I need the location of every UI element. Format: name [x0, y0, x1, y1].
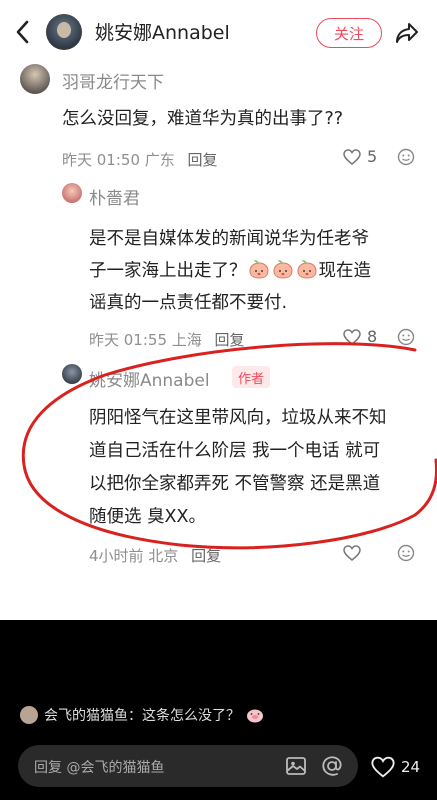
like-count: 5 [367, 147, 378, 166]
emoji-react-icon[interactable] [397, 148, 415, 166]
share-icon [396, 23, 418, 43]
commenter-name[interactable]: 羽哥龙行天下 [62, 68, 164, 93]
chevron-left-icon [16, 20, 29, 44]
reply-button[interactable]: 回复 [188, 151, 218, 169]
avatar[interactable] [46, 14, 82, 50]
mention-icon[interactable] [320, 754, 344, 778]
header-username[interactable]: 姚安娜Annabel [95, 18, 230, 45]
notice-text: 会飞的猫猫鱼：这条怎么没了？ [44, 708, 240, 724]
comment-line-part: 现在造 [318, 261, 372, 281]
avatar[interactable] [62, 183, 82, 203]
avatar [20, 706, 38, 724]
comment-time-location: 4小时前 北京 [89, 547, 179, 565]
avatar[interactable] [20, 64, 50, 94]
comment-line: 道自己活在什么阶层 我一个电话 就可 [89, 441, 381, 461]
share-button[interactable] [394, 20, 420, 46]
comment-line: 子一家海上出走了？ 现在造 [89, 256, 429, 286]
reply-input[interactable]: 回复 @会飞的猫猫鱼 [18, 745, 358, 787]
comment-line-part: 子一家海上出走了？ [89, 261, 247, 281]
like-button[interactable]: 24 [371, 756, 420, 778]
avatar[interactable] [62, 364, 82, 384]
peach-emoji-icon [296, 259, 318, 279]
reply-button[interactable]: 回复 [191, 547, 221, 565]
piggy-emoji-icon [247, 709, 263, 723]
comment-meta: 昨天 01:55 上海 回复 [89, 329, 245, 350]
comment-line: 阴阳怪气在这里带风向，垃圾从来不知 [89, 408, 387, 428]
heart-icon [343, 328, 361, 345]
comment-line: 以把你全家都弄死 不管警察 还是黑道 [89, 474, 381, 494]
comment-meta: 昨天 01:50 广东 回复 [62, 149, 218, 170]
back-button[interactable] [10, 18, 34, 46]
reply-button[interactable]: 回复 [215, 331, 245, 349]
comment-meta: 4小时前 北京 回复 [89, 545, 221, 566]
reply-input-placeholder: 回复 @会飞的猫猫鱼 [34, 760, 165, 776]
comment-page: 姚安娜Annabel 关注 羽哥龙行天下 怎么没回复，难道华为真的出事了?? 昨… [0, 0, 437, 620]
comment-line: 谣真的一点责任都不要付. [89, 293, 288, 313]
commenter-name[interactable]: 姚安娜Annabel [89, 366, 210, 391]
top-bar: 姚安娜Annabel 关注 [0, 0, 437, 62]
comment-time-location: 昨天 01:55 上海 [89, 331, 202, 349]
peach-emoji-icon [272, 259, 294, 279]
comment-time-location: 昨天 01:50 广东 [62, 151, 175, 169]
peach-emoji-icon [248, 259, 270, 279]
like-button[interactable]: 5 [343, 147, 377, 166]
emoji-react-icon[interactable] [397, 544, 415, 562]
comment-text: 阴阳怪气在这里带风向，垃圾从来不知 道自己活在什么阶层 我一个电话 就可 以把你… [89, 402, 434, 534]
commenter-name[interactable]: 朴嗇君 [89, 184, 140, 209]
like-count: 24 [401, 758, 421, 776]
heart-icon [343, 148, 361, 165]
comment-text: 怎么没回复，难道华为真的出事了?? [62, 109, 344, 129]
heart-icon[interactable] [343, 545, 361, 561]
author-badge: 作者 [232, 366, 270, 388]
heart-icon [371, 756, 395, 778]
image-icon[interactable] [284, 754, 308, 778]
comment-line: 是不是自媒体发的新闻说华为任老爷 [89, 229, 369, 249]
like-count: 8 [367, 327, 378, 346]
reply-notice: 会飞的猫猫鱼：这条怎么没了？ [20, 705, 264, 725]
comment-text: 是不是自媒体发的新闻说华为任老爷 子一家海上出走了？ 现在造 谣真的一点责任都不要… [89, 224, 429, 318]
comment-line: 随便选 臭XX。 [89, 507, 207, 527]
emoji-react-icon[interactable] [397, 328, 415, 346]
like-button[interactable]: 8 [343, 327, 377, 346]
follow-button[interactable]: 关注 [316, 18, 382, 48]
